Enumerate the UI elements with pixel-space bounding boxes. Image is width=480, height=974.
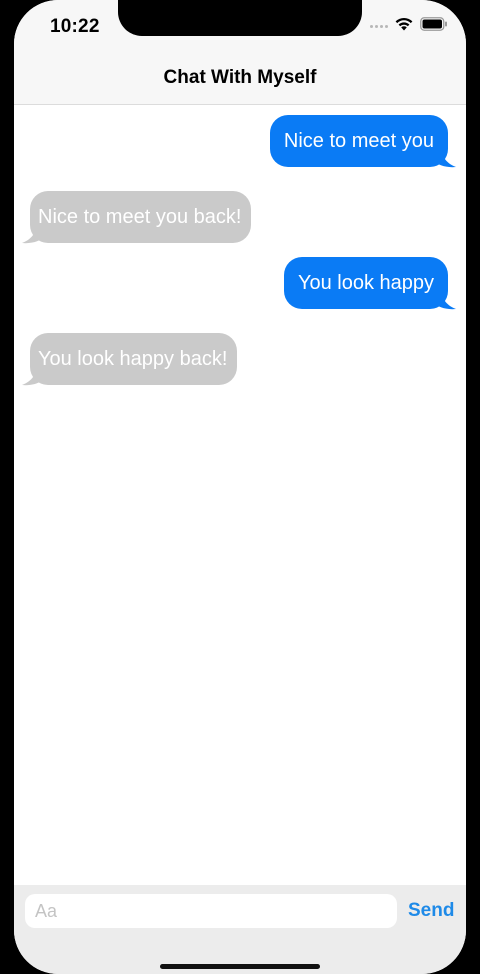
device-notch (118, 0, 362, 36)
battery-icon (420, 16, 448, 36)
message-bubble-received[interactable]: Nice to meet you back! (30, 191, 252, 243)
message-bubble-sent[interactable]: Nice to meet you (269, 115, 448, 167)
message-bubble-received[interactable]: You look happy back! (30, 333, 238, 385)
message-input[interactable] (25, 894, 397, 928)
app-screen: 10:22 Chat With Myself Nice to meet you … (14, 0, 466, 974)
home-indicator[interactable] (160, 964, 320, 969)
message-list[interactable]: Nice to meet you Nice to meet you back! … (14, 105, 466, 885)
page-title: Chat With Myself (163, 67, 317, 88)
status-bar: 10:22 (14, 0, 466, 54)
status-icons (370, 16, 448, 36)
bubble-tail (22, 368, 46, 386)
signal-icon (370, 24, 388, 28)
send-button[interactable]: Send (408, 900, 454, 922)
wifi-icon (394, 16, 414, 36)
phone-device: 10:22 Chat With Myself Nice to meet you … (0, 0, 480, 974)
navigation-bar: Chat With Myself (14, 54, 466, 105)
status-time: 10:22 (50, 16, 100, 37)
bubble-tail (22, 226, 46, 244)
message-bubble-sent[interactable]: You look happy (283, 257, 448, 309)
bubble-tail (432, 292, 456, 310)
composer-bar: Send (14, 885, 466, 974)
bubble-tail (432, 150, 456, 168)
